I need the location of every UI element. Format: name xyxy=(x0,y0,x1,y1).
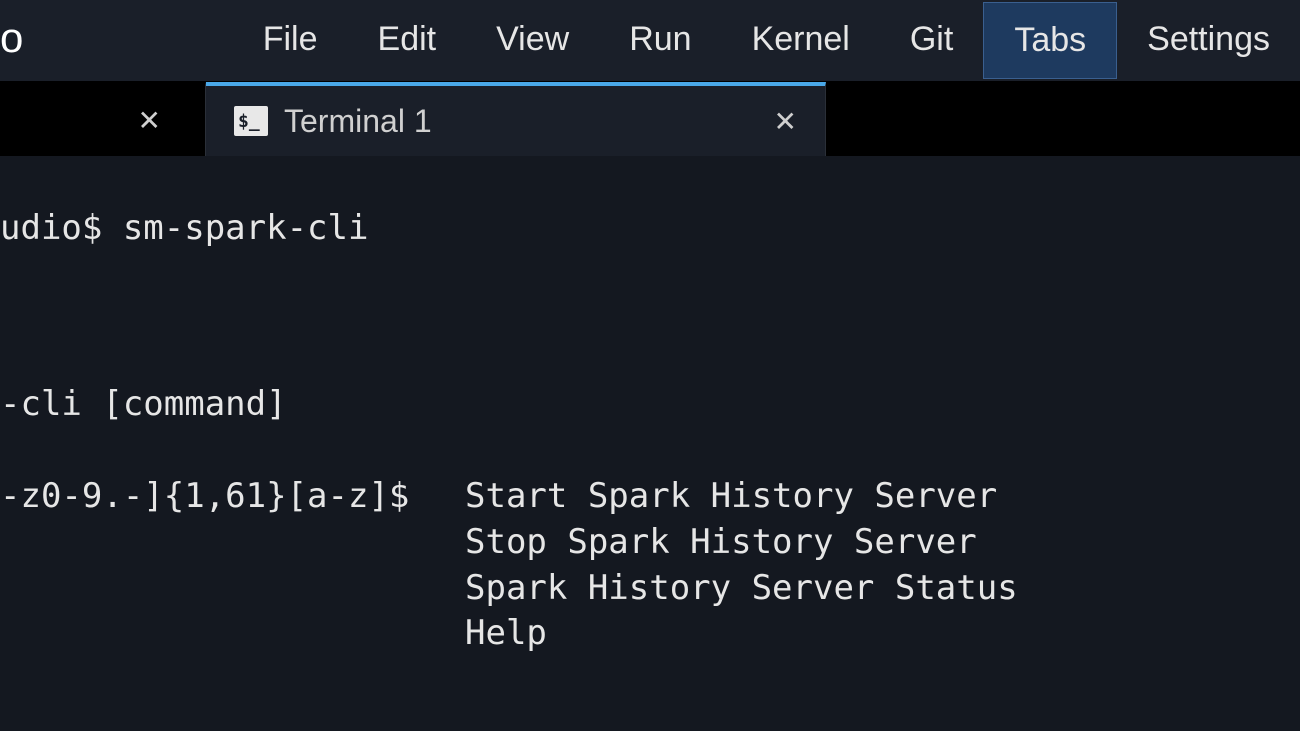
terminal-desc-start: Start Spark History Server xyxy=(465,474,997,520)
tab-title: Terminal 1 xyxy=(284,103,432,140)
menu-kernel[interactable]: Kernel xyxy=(722,2,880,79)
tabbar: ✕ $_ Terminal 1 ✕ xyxy=(0,82,1300,156)
menu-tabs[interactable]: Tabs xyxy=(983,2,1117,79)
terminal-desc-help: Help xyxy=(465,611,547,657)
menu-edit[interactable]: Edit xyxy=(348,2,467,79)
menu-git[interactable]: Git xyxy=(880,2,983,79)
terminal-regex-fragment: -z0-9.-]{1,61}[a-z]$ xyxy=(0,474,465,520)
tab-terminal-1[interactable]: $_ Terminal 1 ✕ xyxy=(206,82,826,156)
menu-items: File Edit View Run Kernel Git Tabs Setti… xyxy=(233,2,1300,79)
terminal-icon: $_ xyxy=(234,106,268,136)
menubar: o File Edit View Run Kernel Git Tabs Set… xyxy=(0,0,1300,82)
terminal-desc-status: Spark History Server Status xyxy=(465,566,1018,612)
terminal-command-row: Stop Spark History Server xyxy=(0,520,1300,566)
terminal-desc-stop: Stop Spark History Server xyxy=(465,520,977,566)
terminal-blank-left xyxy=(0,566,465,612)
terminal-command-row: -z0-9.-]{1,61}[a-z]$ Start Spark History… xyxy=(0,474,1300,520)
terminal-usage-line: -cli [command] xyxy=(0,382,1300,428)
close-icon[interactable]: ✕ xyxy=(138,104,161,137)
menu-run[interactable]: Run xyxy=(599,2,721,79)
terminal-output[interactable]: udio$ sm-spark-cli -cli [command] -z0-9.… xyxy=(0,156,1300,731)
menu-file[interactable]: File xyxy=(233,2,348,79)
terminal-blank-left xyxy=(0,520,465,566)
terminal-command-row: Help xyxy=(0,611,1300,657)
menu-view[interactable]: View xyxy=(466,2,599,79)
close-icon[interactable]: ✕ xyxy=(774,105,797,138)
terminal-blank-left xyxy=(0,611,465,657)
terminal-command-row: Spark History Server Status xyxy=(0,566,1300,612)
logo-fragment: o xyxy=(0,14,233,68)
terminal-prompt-line: udio$ sm-spark-cli xyxy=(0,206,1300,252)
tab-previous[interactable]: ✕ xyxy=(0,82,206,156)
menu-settings[interactable]: Settings xyxy=(1117,2,1300,79)
